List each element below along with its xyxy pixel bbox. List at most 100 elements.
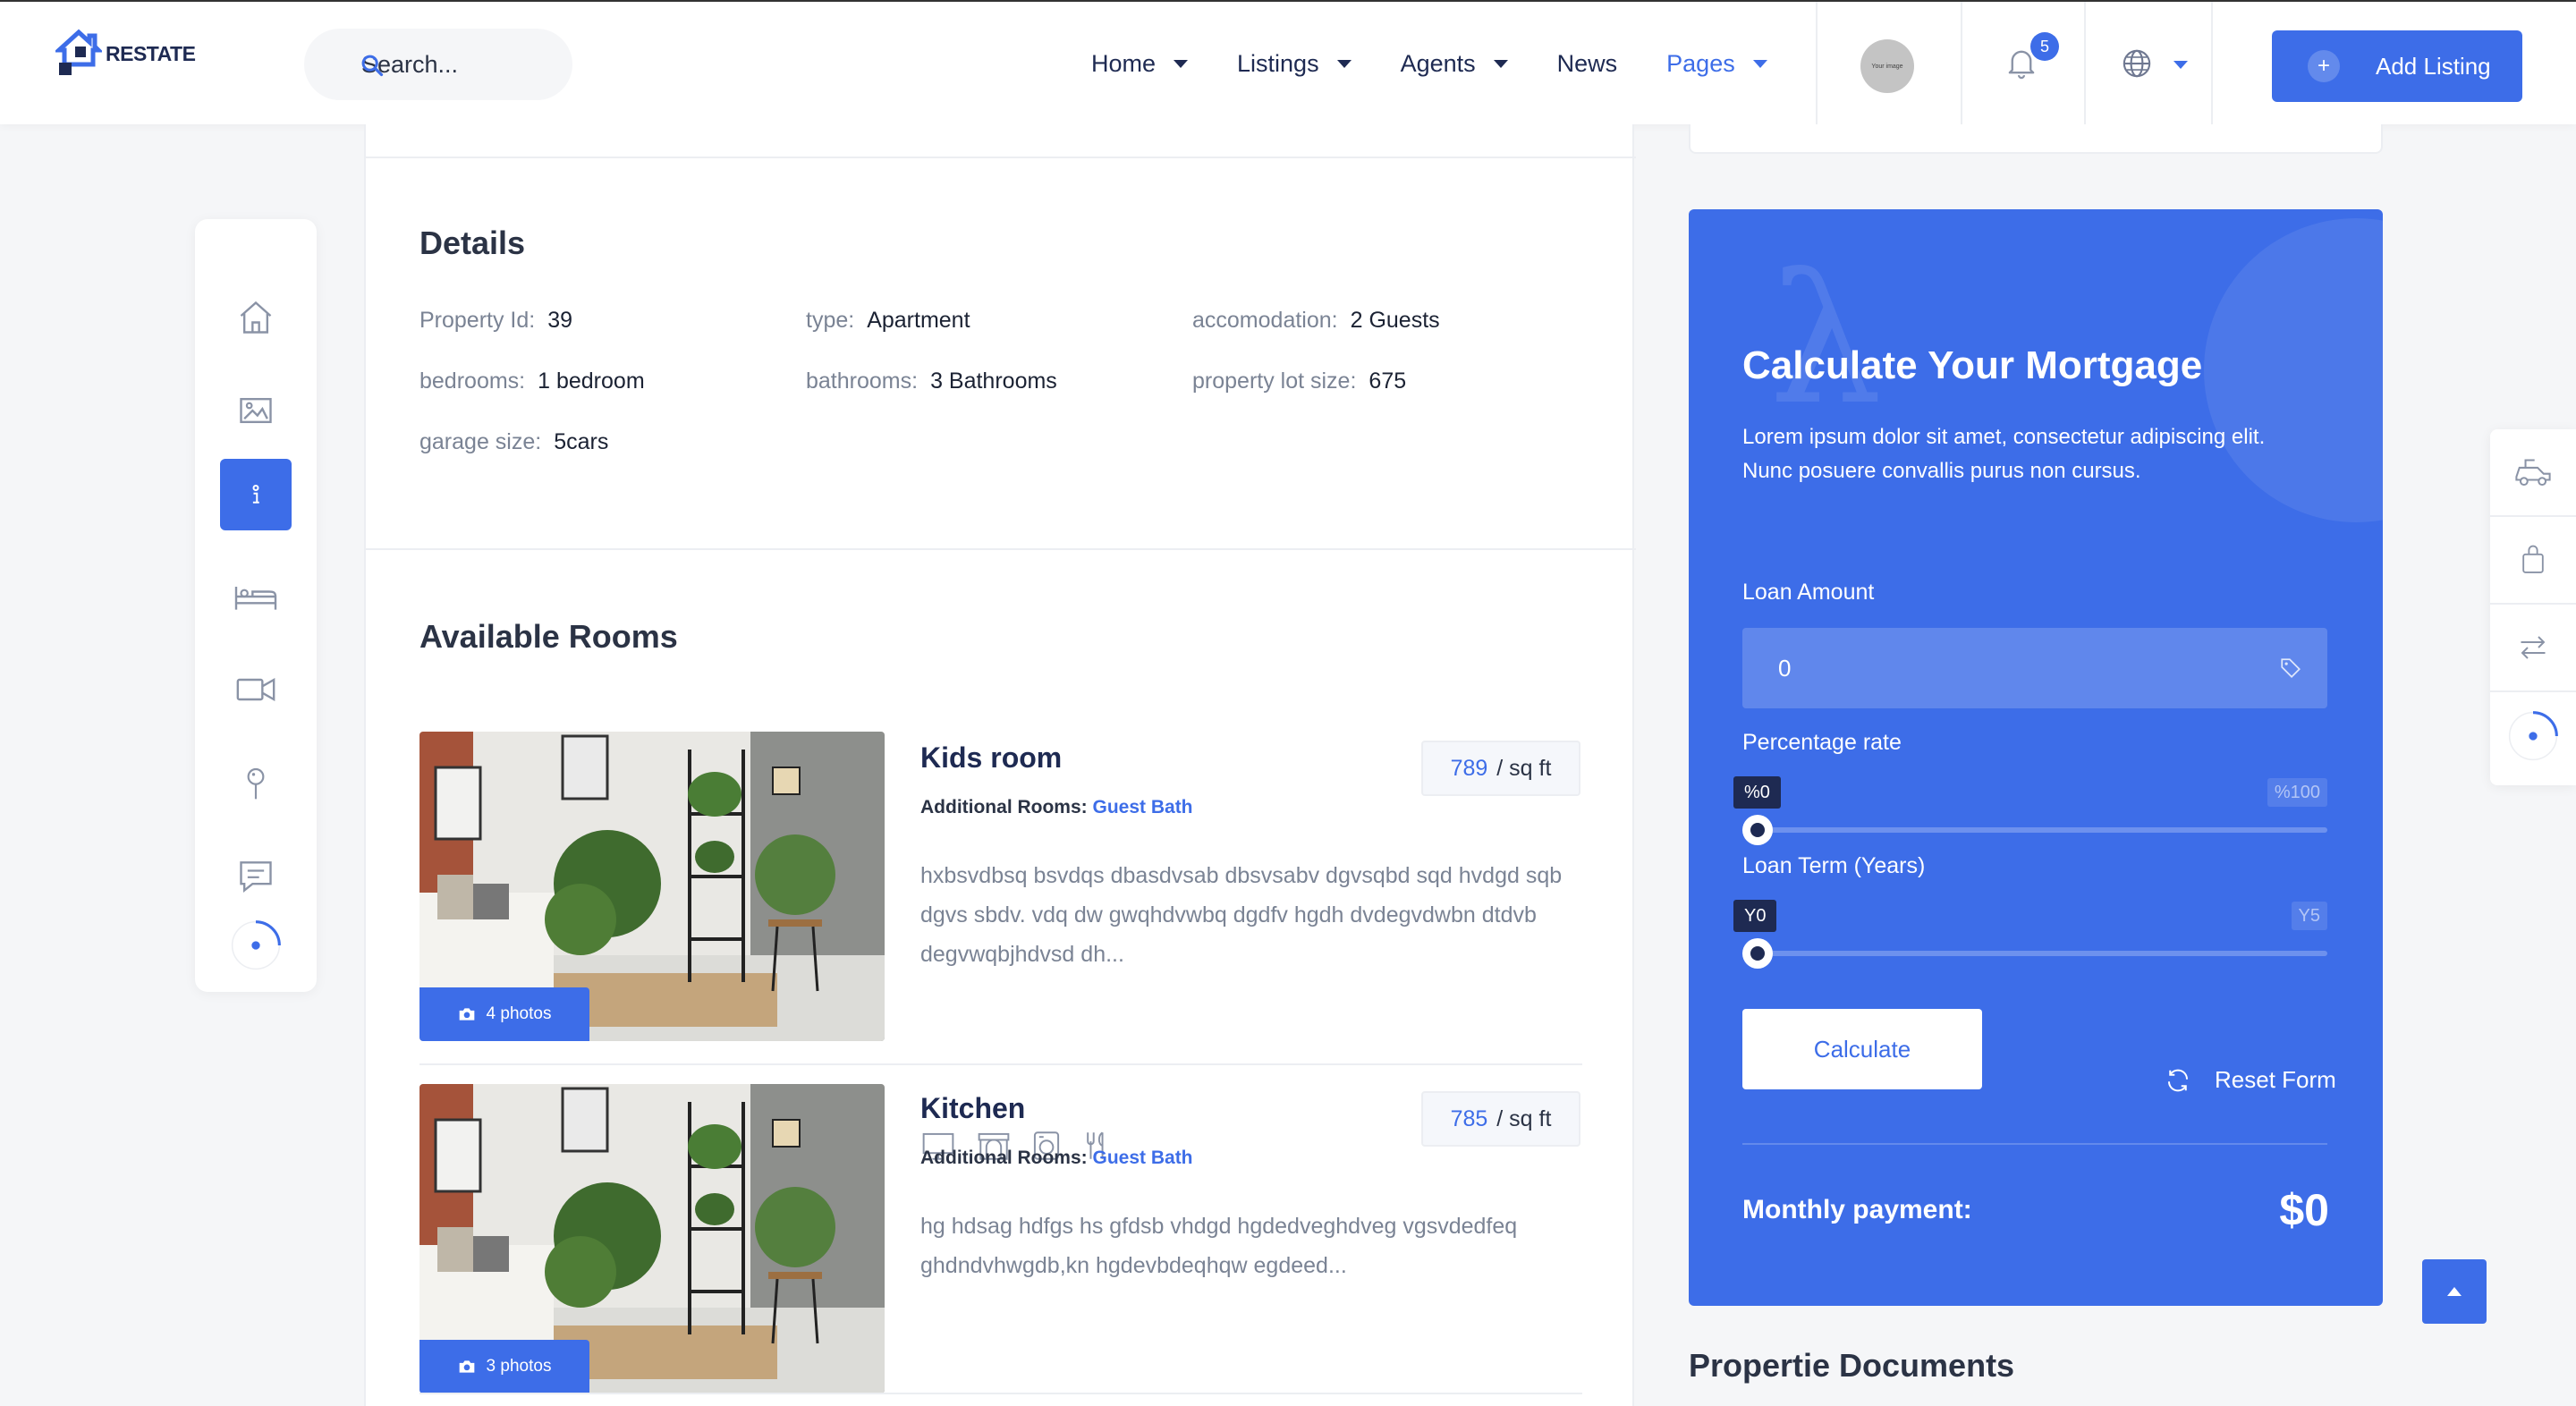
nav-pages[interactable]: Pages (1666, 50, 1767, 78)
documents-title: Propertie Documents (1689, 1347, 2015, 1384)
divider (419, 1393, 1582, 1394)
divider (419, 1063, 1582, 1065)
rail-item-transfer[interactable] (2490, 605, 2576, 692)
term-max-label: Y5 (2291, 902, 2327, 930)
room-title[interactable]: Kitchen (920, 1092, 1025, 1125)
detail-label: bathrooms: (806, 368, 919, 394)
photos-count: 3 photos (486, 1357, 552, 1376)
chevron-down-icon (1336, 60, 1352, 68)
additional-value[interactable]: Guest Bath (1093, 1148, 1193, 1168)
sidebar-item-gallery[interactable] (220, 375, 292, 446)
reset-form-label: Reset Form (2215, 1066, 2336, 1093)
monthly-payment-label: Monthly payment: (1742, 1195, 1972, 1224)
room-title[interactable]: Kids room (920, 741, 1062, 775)
sidebar-item-reviews[interactable] (220, 840, 292, 911)
rate-slider-track[interactable] (1742, 827, 2327, 833)
rail-item-progress[interactable] (2490, 692, 2576, 780)
loan-term-label: Loan Term (Years) (1742, 853, 1926, 878)
reset-form-button[interactable]: Reset Form (2165, 1066, 2336, 1094)
sidebar-item-home[interactable] (220, 282, 292, 353)
chevron-down-icon (1174, 60, 1189, 68)
rate-slider-handle[interactable] (1742, 815, 1773, 845)
price-tag-icon (2281, 658, 2301, 678)
car-icon (2515, 459, 2551, 487)
additional-value[interactable]: Guest Bath (1093, 797, 1193, 817)
room-description: hg hdsag hdfgs hs gfdsb vhdgd hgdedveghd… (920, 1214, 1518, 1278)
globe-icon[interactable] (2122, 48, 2152, 79)
room-image[interactable]: 3 photos (419, 1084, 885, 1393)
rail-item-car[interactable] (2490, 429, 2576, 517)
avatar-text: Your image (1871, 63, 1903, 70)
mortgage-description: Lorem ipsum dolor sit amet, consectetur … (1742, 425, 2266, 483)
room-description: hxbsvdbsq bsvdqs dbasdvsab dbsvsabv dgvs… (920, 863, 1563, 967)
additional-rooms: Additional Rooms: Guest Bath (920, 797, 1193, 818)
nav-label: Listings (1237, 50, 1319, 77)
details-title: Details (419, 224, 526, 261)
photos-button[interactable]: 4 photos (419, 987, 589, 1041)
sidebar-item-progress[interactable] (220, 910, 292, 981)
right-tool-rail (2490, 429, 2576, 785)
room-image[interactable]: 4 photos (419, 732, 885, 1041)
detail-bedrooms: bedrooms: 1 bedroom (419, 368, 645, 394)
nav-news[interactable]: News (1557, 50, 1618, 78)
logo[interactable]: RESTATE (55, 29, 196, 79)
chevron-down-icon[interactable] (2174, 61, 2188, 69)
detail-value: Apartment (867, 308, 970, 333)
term-slider-handle[interactable] (1742, 938, 1773, 969)
divider (2084, 2, 2086, 126)
loan-amount-label: Loan Amount (1742, 580, 1875, 605)
avatar[interactable]: Your image (1860, 39, 1914, 93)
add-listing-label: Add Listing (2376, 52, 2491, 80)
top-navbar: RESTATE Search... Home Listings Agents N… (0, 0, 2576, 126)
mortgage-title: Calculate Your Mortgage (1742, 343, 2203, 387)
detail-value: 39 (547, 308, 573, 333)
sidebar-item-location[interactable] (220, 747, 292, 818)
divider (1742, 1143, 2327, 1145)
sidebar-item-video[interactable] (220, 654, 292, 725)
percentage-rate-label: Percentage rate (1742, 730, 1902, 755)
scroll-to-top-button[interactable] (2422, 1259, 2487, 1324)
additional-label: Additional Rooms: (920, 1148, 1088, 1168)
chevron-down-icon (1493, 60, 1508, 68)
photos-count: 4 photos (486, 1004, 552, 1023)
detail-bathrooms: bathrooms: 3 Bathrooms (806, 368, 1057, 394)
loan-amount-input[interactable]: 0 (1742, 628, 2327, 708)
nav-label: News (1556, 50, 1618, 77)
photos-button[interactable]: 3 photos (419, 1340, 589, 1393)
calculate-button[interactable]: Calculate (1742, 1009, 1982, 1089)
card-bottom-edge (1689, 124, 2383, 154)
logo-text: RESTATE (106, 41, 196, 65)
monthly-payment-value: $0 (2279, 1185, 2329, 1235)
bed-icon (234, 587, 277, 610)
rate-min-tooltip: %0 (1733, 776, 1781, 809)
price-unit: / sq ft (1496, 1105, 1552, 1131)
rail-item-bag[interactable] (2490, 517, 2576, 605)
detail-label: garage size: (419, 429, 542, 454)
video-icon (236, 677, 275, 702)
detail-property-id: Property Id: 39 (419, 308, 572, 334)
sidebar-item-details[interactable] (220, 459, 292, 530)
bag-icon (2522, 545, 2544, 573)
term-slider-track[interactable] (1742, 951, 2327, 956)
detail-value: 3 Bathrooms (930, 368, 1057, 394)
add-listing-button[interactable]: + Add Listing (2272, 30, 2522, 102)
chat-icon (240, 861, 272, 893)
spinner-icon (231, 920, 281, 970)
nav-home[interactable]: Home (1091, 50, 1189, 78)
price-value: 785 (1450, 1105, 1488, 1131)
nav-label: Home (1091, 50, 1157, 77)
sidebar-item-rooms[interactable] (220, 561, 292, 632)
lambda-watermark-icon: λ (1769, 236, 1883, 445)
nav-listings[interactable]: Listings (1237, 50, 1352, 78)
nav-agents[interactable]: Agents (1401, 50, 1508, 78)
main-nav: Home Listings Agents News Pages (1091, 2, 1817, 126)
chevron-down-icon (1752, 60, 1767, 68)
loan-amount-value: 0 (1778, 654, 1792, 682)
divider (2211, 2, 2213, 126)
spinner-icon (2508, 711, 2558, 761)
search-input[interactable]: Search... (304, 29, 572, 100)
transfer-icon (2521, 636, 2546, 659)
main-content: Details Property Id: 39 type: Apartment ac… (364, 124, 1636, 1406)
divider (366, 548, 1636, 550)
rate-max-label: %100 (2267, 778, 2327, 807)
